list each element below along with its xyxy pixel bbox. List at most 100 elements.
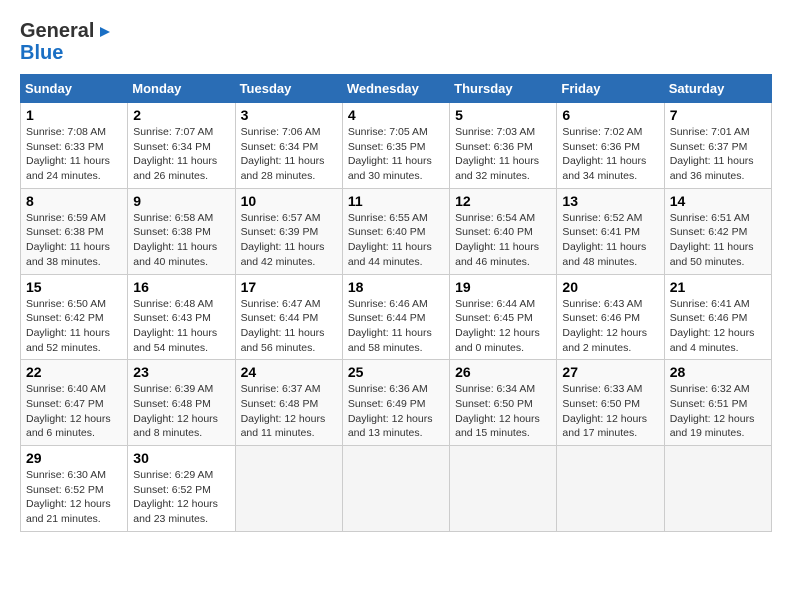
day-header-saturday: Saturday [664, 75, 771, 103]
day-header-monday: Monday [128, 75, 235, 103]
day-info: Sunrise: 6:44 AMSunset: 6:45 PMDaylight:… [455, 297, 551, 356]
calendar-cell: 10Sunrise: 6:57 AMSunset: 6:39 PMDayligh… [235, 188, 342, 274]
day-number: 27 [562, 364, 658, 380]
day-info: Sunrise: 6:57 AMSunset: 6:39 PMDaylight:… [241, 211, 337, 270]
day-info: Sunrise: 6:32 AMSunset: 6:51 PMDaylight:… [670, 382, 766, 441]
day-number: 21 [670, 279, 766, 295]
day-info: Sunrise: 6:39 AMSunset: 6:48 PMDaylight:… [133, 382, 229, 441]
header: General Blue [20, 20, 772, 64]
day-number: 17 [241, 279, 337, 295]
day-info: Sunrise: 6:36 AMSunset: 6:49 PMDaylight:… [348, 382, 444, 441]
calendar-cell: 22 Sunrise: 6:40 AMSunset: 6:47 PMDayligh… [21, 360, 128, 446]
calendar-cell: 11 Sunrise: 6:55 AMSunset: 6:40 PMDayligh… [342, 188, 449, 274]
calendar-cell: 24Sunrise: 6:37 AMSunset: 6:48 PMDayligh… [235, 360, 342, 446]
day-info: Sunrise: 7:03 AMSunset: 6:36 PMDaylight:… [455, 125, 551, 184]
day-info: Sunrise: 6:43 AMSunset: 6:46 PMDaylight:… [562, 297, 658, 356]
day-info: Sunrise: 6:33 AMSunset: 6:50 PMDaylight:… [562, 382, 658, 441]
calendar-cell: 7 Sunrise: 7:01 AMSunset: 6:37 PMDaylight… [664, 103, 771, 189]
calendar-table: SundayMondayTuesdayWednesdayThursdayFrid… [20, 74, 772, 532]
day-number: 2 [133, 107, 229, 123]
calendar-cell [235, 446, 342, 532]
calendar-cell: 3Sunrise: 7:06 AMSunset: 6:34 PMDaylight… [235, 103, 342, 189]
logo-arrow-icon [96, 23, 114, 41]
day-info: Sunrise: 7:07 AMSunset: 6:34 PMDaylight:… [133, 125, 229, 184]
calendar-cell: 13 Sunrise: 6:52 AMSunset: 6:41 PMDayligh… [557, 188, 664, 274]
day-number: 12 [455, 193, 551, 209]
logo: General Blue [20, 20, 114, 64]
calendar-cell: 8 Sunrise: 6:59 AMSunset: 6:38 PMDaylight… [21, 188, 128, 274]
day-number: 5 [455, 107, 551, 123]
calendar-cell: 4Sunrise: 7:05 AMSunset: 6:35 PMDaylight… [342, 103, 449, 189]
day-number: 13 [562, 193, 658, 209]
day-number: 8 [26, 193, 122, 209]
calendar-cell [450, 446, 557, 532]
day-info: Sunrise: 6:52 AMSunset: 6:41 PMDaylight:… [562, 211, 658, 270]
calendar-cell: 17 Sunrise: 6:47 AMSunset: 6:44 PMDayligh… [235, 274, 342, 360]
day-info: Sunrise: 6:59 AMSunset: 6:38 PMDaylight:… [26, 211, 122, 270]
day-header-wednesday: Wednesday [342, 75, 449, 103]
day-info: Sunrise: 7:08 AMSunset: 6:33 PMDaylight:… [26, 125, 122, 184]
day-number: 14 [670, 193, 766, 209]
calendar-cell: 18 Sunrise: 6:46 AMSunset: 6:44 PMDayligh… [342, 274, 449, 360]
calendar-cell [557, 446, 664, 532]
day-number: 6 [562, 107, 658, 123]
calendar-cell: 14 Sunrise: 6:51 AMSunset: 6:42 PMDayligh… [664, 188, 771, 274]
day-header-thursday: Thursday [450, 75, 557, 103]
day-number: 20 [562, 279, 658, 295]
day-number: 7 [670, 107, 766, 123]
day-number: 9 [133, 193, 229, 209]
day-info: Sunrise: 6:51 AMSunset: 6:42 PMDaylight:… [670, 211, 766, 270]
day-info: Sunrise: 6:40 AMSunset: 6:47 PMDaylight:… [26, 382, 122, 441]
day-info: Sunrise: 6:37 AMSunset: 6:48 PMDaylight:… [241, 382, 337, 441]
calendar-header-row: SundayMondayTuesdayWednesdayThursdayFrid… [21, 75, 772, 103]
day-info: Sunrise: 6:34 AMSunset: 6:50 PMDaylight:… [455, 382, 551, 441]
day-number: 23 [133, 364, 229, 380]
calendar-cell: 1 Sunrise: 7:08 AMSunset: 6:33 PMDaylight… [21, 103, 128, 189]
calendar-week-row: 15 Sunrise: 6:50 AMSunset: 6:42 PMDayligh… [21, 274, 772, 360]
calendar-cell: 23 Sunrise: 6:39 AMSunset: 6:48 PMDayligh… [128, 360, 235, 446]
calendar-cell: 19 Sunrise: 6:44 AMSunset: 6:45 PMDayligh… [450, 274, 557, 360]
logo-container: General Blue [20, 20, 114, 64]
day-info: Sunrise: 6:47 AMSunset: 6:44 PMDaylight:… [241, 297, 337, 356]
day-info: Sunrise: 7:02 AMSunset: 6:36 PMDaylight:… [562, 125, 658, 184]
day-info: Sunrise: 7:01 AMSunset: 6:37 PMDaylight:… [670, 125, 766, 184]
calendar-cell: 2 Sunrise: 7:07 AMSunset: 6:34 PMDaylight… [128, 103, 235, 189]
day-number: 25 [348, 364, 444, 380]
day-info: Sunrise: 6:55 AMSunset: 6:40 PMDaylight:… [348, 211, 444, 270]
calendar-cell: 12 Sunrise: 6:54 AMSunset: 6:40 PMDayligh… [450, 188, 557, 274]
calendar-cell: 27 Sunrise: 6:33 AMSunset: 6:50 PMDayligh… [557, 360, 664, 446]
day-number: 1 [26, 107, 122, 123]
day-info: Sunrise: 6:41 AMSunset: 6:46 PMDaylight:… [670, 297, 766, 356]
calendar-week-row: 1 Sunrise: 7:08 AMSunset: 6:33 PMDaylight… [21, 103, 772, 189]
day-number: 18 [348, 279, 444, 295]
day-number: 15 [26, 279, 122, 295]
calendar-cell: 9 Sunrise: 6:58 AMSunset: 6:38 PMDaylight… [128, 188, 235, 274]
day-info: Sunrise: 6:46 AMSunset: 6:44 PMDaylight:… [348, 297, 444, 356]
calendar-cell: 15 Sunrise: 6:50 AMSunset: 6:42 PMDayligh… [21, 274, 128, 360]
calendar-week-row: 8 Sunrise: 6:59 AMSunset: 6:38 PMDaylight… [21, 188, 772, 274]
day-number: 19 [455, 279, 551, 295]
day-info: Sunrise: 6:48 AMSunset: 6:43 PMDaylight:… [133, 297, 229, 356]
day-number: 3 [241, 107, 337, 123]
calendar-cell: 25 Sunrise: 6:36 AMSunset: 6:49 PMDayligh… [342, 360, 449, 446]
day-number: 11 [348, 193, 444, 209]
day-info: Sunrise: 6:50 AMSunset: 6:42 PMDaylight:… [26, 297, 122, 356]
day-info: Sunrise: 6:54 AMSunset: 6:40 PMDaylight:… [455, 211, 551, 270]
day-header-friday: Friday [557, 75, 664, 103]
day-number: 29 [26, 450, 122, 466]
day-info: Sunrise: 6:29 AMSunset: 6:52 PMDaylight:… [133, 468, 229, 527]
calendar-cell: 29 Sunrise: 6:30 AMSunset: 6:52 PMDayligh… [21, 446, 128, 532]
calendar-cell: 26 Sunrise: 6:34 AMSunset: 6:50 PMDayligh… [450, 360, 557, 446]
day-header-tuesday: Tuesday [235, 75, 342, 103]
day-info: Sunrise: 6:58 AMSunset: 6:38 PMDaylight:… [133, 211, 229, 270]
day-info: Sunrise: 6:30 AMSunset: 6:52 PMDaylight:… [26, 468, 122, 527]
calendar-cell: 30Sunrise: 6:29 AMSunset: 6:52 PMDayligh… [128, 446, 235, 532]
calendar-week-row: 29 Sunrise: 6:30 AMSunset: 6:52 PMDayligh… [21, 446, 772, 532]
day-number: 22 [26, 364, 122, 380]
day-number: 26 [455, 364, 551, 380]
day-number: 28 [670, 364, 766, 380]
logo-text-block: General Blue [20, 20, 114, 64]
calendar-week-row: 22 Sunrise: 6:40 AMSunset: 6:47 PMDayligh… [21, 360, 772, 446]
day-number: 4 [348, 107, 444, 123]
calendar-cell: 6 Sunrise: 7:02 AMSunset: 6:36 PMDaylight… [557, 103, 664, 189]
